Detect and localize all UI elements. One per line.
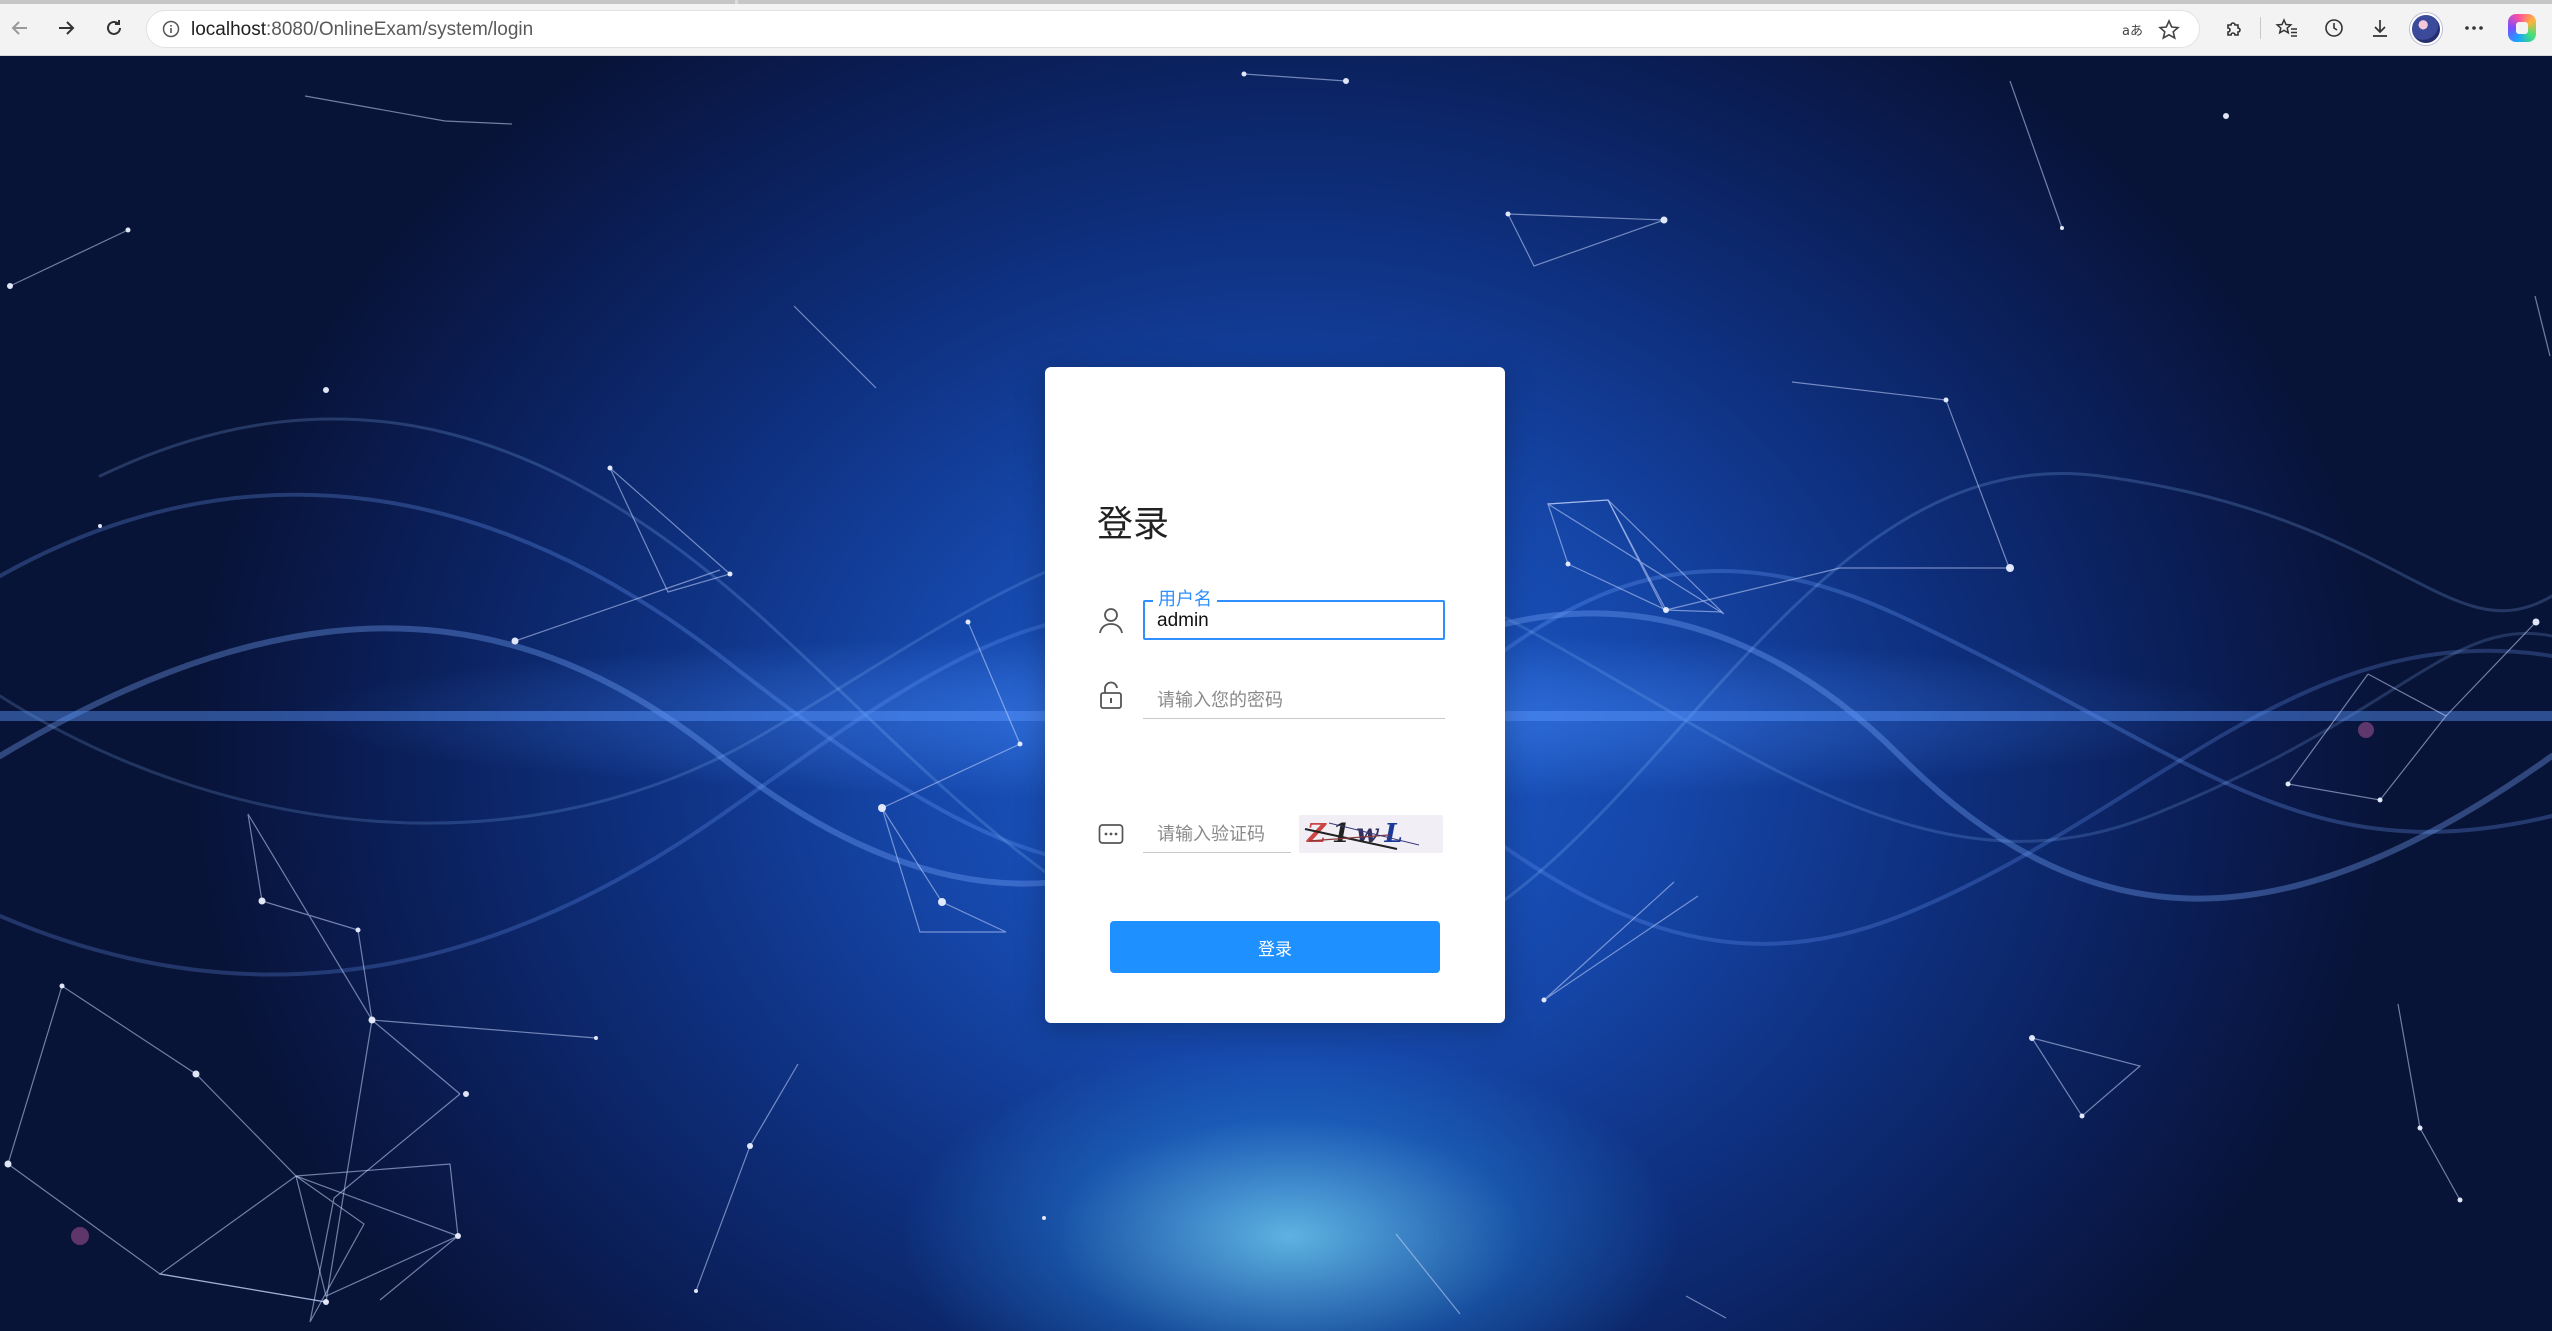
copilot-icon[interactable] [2508,14,2536,42]
back-arrow-icon[interactable] [6,14,34,42]
password-input[interactable] [1157,687,1429,713]
username-input[interactable] [1157,608,1427,634]
forward-arrow-icon[interactable] [52,14,80,42]
page-title: 登录 [1097,504,1170,545]
url-text[interactable]: localhost:8080/OnlineExam/system/login [191,19,533,41]
tab-strip-segment [0,0,735,4]
svg-text:aあ: aあ [2122,24,2143,39]
star-icon[interactable] [2157,18,2181,42]
tab-strip-segment [738,0,2552,4]
address-bar[interactable]: localhost:8080/OnlineExam/system/login a… [146,10,2200,48]
user-icon [1095,604,1127,636]
favorites-icon[interactable] [2273,14,2301,42]
captcha-noise [1304,822,1420,850]
captcha-icon [1095,818,1127,850]
captcha-input[interactable] [1157,821,1291,847]
avatar[interactable] [2410,13,2442,45]
more-icon[interactable] [2460,14,2488,42]
download-icon[interactable] [2366,14,2394,42]
captcha-image[interactable]: Z1wL [1299,815,1443,853]
url-host: localhost [191,19,266,40]
puzzle-icon[interactable] [2220,14,2248,42]
info-icon[interactable] [161,19,181,39]
lock-icon [1095,680,1127,712]
toolbar-separator [2260,17,2261,39]
history-icon[interactable] [2320,14,2348,42]
username-field[interactable]: 用户名 [1143,585,1445,640]
password-field[interactable] [1143,679,1445,719]
browser-toolbar: localhost:8080/OnlineExam/system/login a… [0,0,2552,56]
url-path: :8080/OnlineExam/system/login [266,19,534,40]
captcha-field[interactable] [1143,813,1291,853]
login-card: 登录 用户名 Z1wL [1045,367,1505,1023]
reload-icon[interactable] [100,14,128,42]
read-aloud-icon[interactable]: aあ [2121,18,2145,42]
login-page: 登录 用户名 Z1wL [0,56,2552,1331]
login-button[interactable]: 登录 [1110,921,1440,973]
tab-strip [0,0,2552,4]
